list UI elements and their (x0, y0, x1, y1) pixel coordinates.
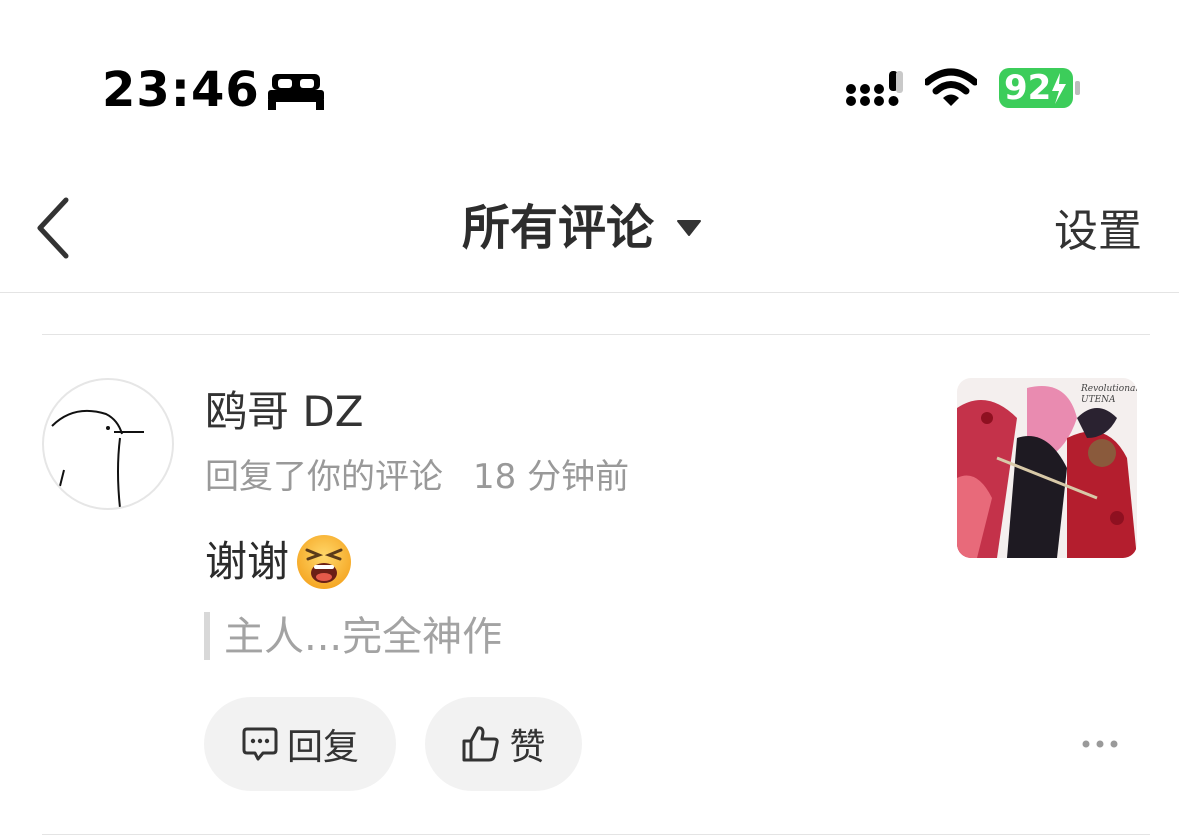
comment-meta: 回复了你的评论 18 分钟前 (205, 452, 629, 502)
nav-divider (0, 292, 1179, 293)
comment-body: 谢谢 (205, 530, 353, 594)
reply-button[interactable]: 回复 (204, 697, 396, 791)
avatar[interactable] (42, 378, 174, 510)
back-chevron-icon[interactable] (34, 196, 74, 260)
reply-label: 回复 (286, 727, 359, 768)
caret-down-icon (677, 220, 702, 236)
battery-indicator: 92 (998, 67, 1082, 109)
comment-time: 18 分钟前 (473, 457, 630, 497)
list-divider (42, 834, 1150, 835)
cellular-signal-icon (846, 71, 903, 106)
battery-percent: 92 (1004, 68, 1052, 108)
wifi-icon (925, 68, 977, 106)
username[interactable]: 鸥哥 DZ (205, 384, 363, 440)
comment-text: 谢谢 (205, 537, 290, 586)
more-options-icon[interactable] (1080, 732, 1120, 756)
thumbs-up-icon (462, 726, 500, 762)
page-title: 所有评论 (462, 200, 655, 256)
post-thumbnail[interactable]: Revolutionary UTENA (957, 378, 1137, 558)
thumbnail-caption: Revolutionary UTENA (1081, 384, 1137, 405)
comment-action: 回复了你的评论 (205, 457, 443, 497)
bird-avatar-icon (51, 410, 144, 508)
like-button[interactable]: 赞 (425, 697, 582, 791)
status-time: 23:46 (102, 62, 260, 118)
list-divider (42, 334, 1150, 335)
bed-icon (268, 74, 324, 110)
comment-filter-dropdown[interactable]: 所有评论 (462, 198, 702, 258)
like-label: 赞 (509, 727, 546, 768)
quote-bar (204, 612, 210, 660)
comment-icon (242, 727, 278, 761)
quoted-comment[interactable]: 主人...完全神作 (224, 610, 502, 664)
settings-button[interactable]: 设置 (1054, 204, 1142, 260)
crying-laughing-emoji-icon (297, 535, 352, 589)
